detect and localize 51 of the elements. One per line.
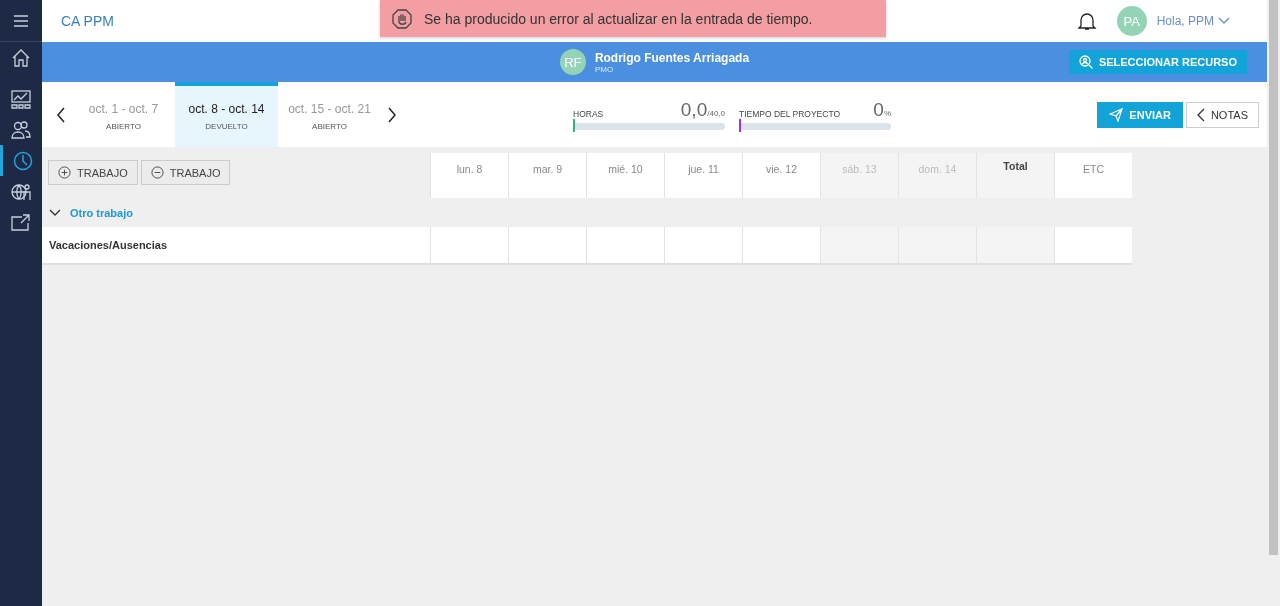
bell-icon[interactable] bbox=[1076, 11, 1097, 31]
remove-work-button[interactable]: TRABAJO bbox=[140, 160, 231, 185]
user-menu[interactable]: Hola, PPM bbox=[1156, 14, 1230, 28]
chevron-left-icon bbox=[1196, 107, 1205, 122]
clock-icon bbox=[12, 150, 33, 171]
table-cell[interactable] bbox=[664, 227, 742, 265]
table-cell[interactable] bbox=[430, 227, 508, 265]
table-cell[interactable] bbox=[976, 227, 1054, 265]
table-cell[interactable] bbox=[586, 227, 664, 265]
column-header: mar. 9 bbox=[508, 153, 586, 198]
notes-button[interactable]: NOTAS bbox=[1185, 101, 1259, 128]
menu-icon[interactable] bbox=[14, 14, 28, 27]
app-title[interactable]: CA PPM bbox=[61, 13, 114, 29]
scrollbar-thumb[interactable] bbox=[1269, 0, 1278, 555]
column-header: jue. 11 bbox=[664, 153, 742, 198]
chevron-down-icon bbox=[1218, 17, 1230, 25]
row-title: Vacaciones/Ausencias bbox=[42, 227, 430, 265]
meter-value: 0,0/40,0 bbox=[680, 99, 725, 121]
column-header: Total bbox=[976, 153, 1054, 198]
table-cell[interactable] bbox=[742, 227, 820, 265]
error-message: Se ha producido un error al actualizar en la entrada de tiempo. bbox=[424, 10, 813, 27]
home-icon bbox=[11, 47, 31, 68]
resource-role: PMO bbox=[594, 64, 614, 74]
chart-icon bbox=[11, 88, 31, 109]
column-header: lun. 8 bbox=[430, 153, 508, 198]
column-header: mié. 10 bbox=[586, 153, 664, 198]
add-work-button[interactable]: TRABAJO bbox=[48, 160, 138, 185]
globe-person-icon bbox=[11, 181, 31, 202]
stop-hand-icon bbox=[392, 8, 412, 29]
people-icon bbox=[11, 119, 31, 140]
plus-circle-icon bbox=[58, 166, 71, 179]
meter-label: TIEMPO DEL PROYECTO bbox=[739, 109, 841, 119]
resource-name: Rodrigo Fuentes Arriagada bbox=[594, 50, 750, 65]
minus-circle-icon bbox=[150, 166, 164, 179]
week-tab[interactable]: oct. 15 - oct. 21 ABIERTO bbox=[278, 82, 381, 147]
meter-label: HORAS bbox=[573, 109, 604, 119]
column-header: vie. 12 bbox=[742, 153, 820, 198]
meter-value: 0% bbox=[873, 99, 891, 121]
table-cell[interactable] bbox=[1054, 227, 1132, 265]
send-icon bbox=[1109, 107, 1124, 122]
week-tab[interactable]: oct. 8 - oct. 14 DEVUELTO bbox=[175, 82, 278, 147]
export-icon bbox=[11, 212, 31, 233]
week-tab[interactable]: oct. 1 - oct. 7 ABIERTO bbox=[72, 82, 175, 147]
column-header: dom. 14 bbox=[898, 153, 976, 198]
table-cell[interactable] bbox=[508, 227, 586, 265]
column-header: ETC bbox=[1054, 153, 1132, 198]
resource-avatar: RF bbox=[559, 49, 586, 75]
chevron-down-icon[interactable] bbox=[49, 208, 61, 217]
search-person-icon bbox=[1078, 55, 1093, 69]
table-cell[interactable] bbox=[820, 227, 898, 265]
column-header: sáb. 13 bbox=[820, 153, 898, 198]
